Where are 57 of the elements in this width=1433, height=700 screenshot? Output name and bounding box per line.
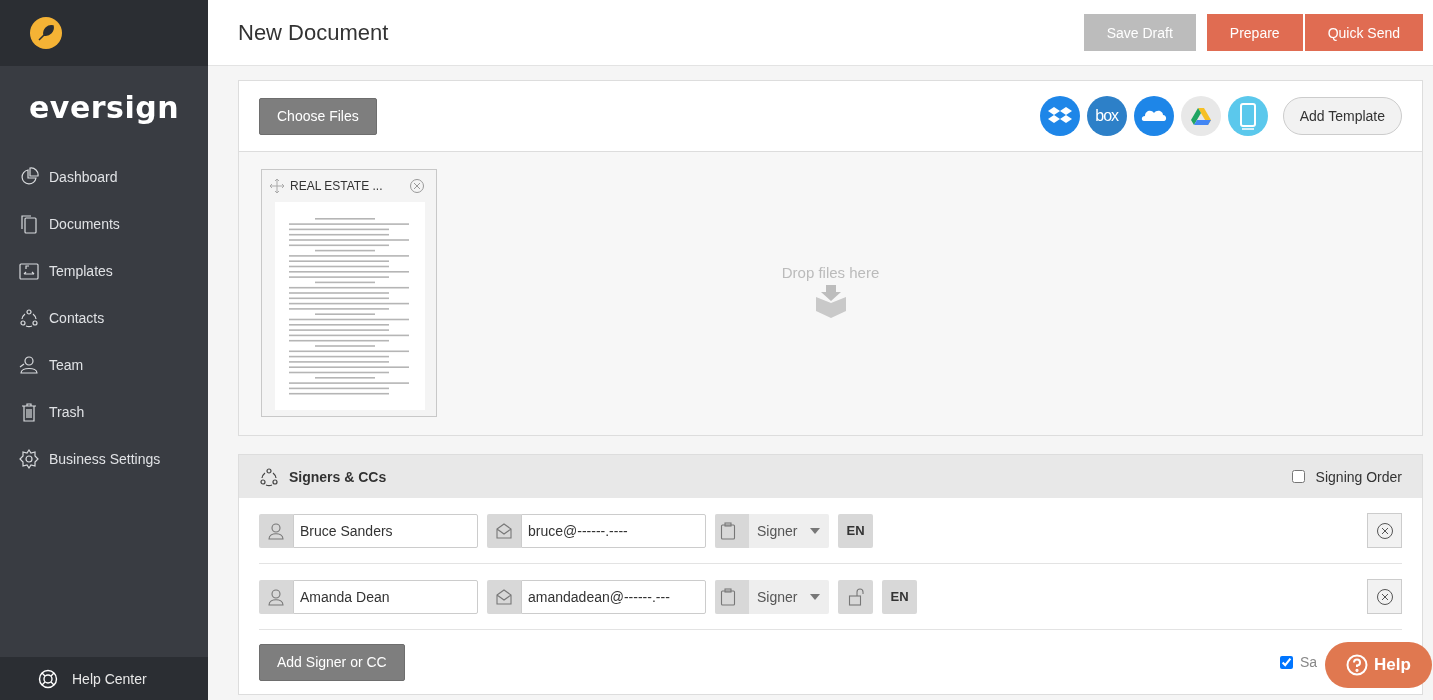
close-icon (1376, 522, 1393, 539)
documents-icon (19, 213, 39, 234)
save-checkbox[interactable] (1279, 655, 1293, 669)
box-button[interactable]: box (1086, 96, 1127, 136)
remove-icon[interactable] (410, 179, 424, 193)
person-icon (267, 521, 285, 540)
question-icon (1346, 654, 1369, 676)
language-button[interactable]: EN (882, 579, 917, 614)
sidebar-item[interactable]: Team (0, 341, 208, 388)
lock-button[interactable] (838, 579, 873, 614)
move-icon[interactable] (270, 179, 284, 193)
pie-chart-icon (19, 166, 39, 187)
sidebar-item[interactable]: Templates (0, 247, 208, 294)
sidebar-item[interactable]: Business Settings (0, 435, 208, 482)
feather-logo-icon[interactable] (30, 17, 62, 49)
caret-icon (810, 593, 820, 600)
remove-signer-button[interactable] (1367, 579, 1402, 614)
envelope-icon (495, 521, 513, 540)
dropbox-icon[interactable] (1039, 96, 1080, 136)
remove-signer-button[interactable] (1367, 513, 1402, 548)
signing-order-checkbox[interactable] (1291, 470, 1305, 483)
contacts-icon (19, 307, 39, 328)
role-dropdown[interactable]: Signer (715, 513, 829, 548)
person-icon (267, 587, 285, 606)
help-center-link[interactable]: Help Center (0, 657, 208, 700)
clipboard-icon (719, 587, 736, 606)
unlocked-padlock-icon (847, 587, 864, 606)
clipboard-icon (719, 521, 736, 540)
add-signer-button[interactable]: Add Signer or CC (259, 643, 405, 681)
drive-icon[interactable] (1180, 96, 1221, 136)
template-icon (19, 260, 39, 281)
trash-icon (19, 401, 39, 422)
choose-files-button[interactable]: Choose Files (259, 97, 377, 135)
checkbox-label: Sa (1299, 654, 1317, 670)
sidebar-item[interactable]: Dashboard (0, 153, 208, 200)
tablet-icon[interactable] (1227, 96, 1268, 136)
add-template-button[interactable]: Add Template (1282, 97, 1402, 135)
envelope-icon (495, 587, 513, 606)
sidebar-item[interactable]: Contacts (0, 294, 208, 341)
lifebuoy-icon (38, 668, 58, 689)
contacts-icon (259, 466, 279, 487)
document-card[interactable]: REAL ESTATE ... (261, 169, 437, 417)
sidebar-item[interactable]: Documents (0, 200, 208, 247)
brand-logo: eversign (28, 90, 180, 125)
cloud-icon[interactable] (1133, 96, 1174, 136)
section-title: Signers & CCs (289, 468, 388, 485)
drop-hint: Drop files here (781, 264, 880, 281)
sidebar-item[interactable]: Trash (0, 388, 208, 435)
language-button[interactable]: EN (838, 513, 873, 548)
page-title: New Document (238, 19, 389, 46)
checkbox-label: Signing Order (1315, 468, 1402, 485)
close-icon (1376, 588, 1393, 605)
settings-icon (19, 448, 39, 469)
role-dropdown[interactable]: Signer (715, 579, 829, 614)
document-name: REAL ESTATE ... (290, 179, 384, 193)
caret-icon (810, 527, 820, 534)
team-icon (19, 354, 39, 375)
